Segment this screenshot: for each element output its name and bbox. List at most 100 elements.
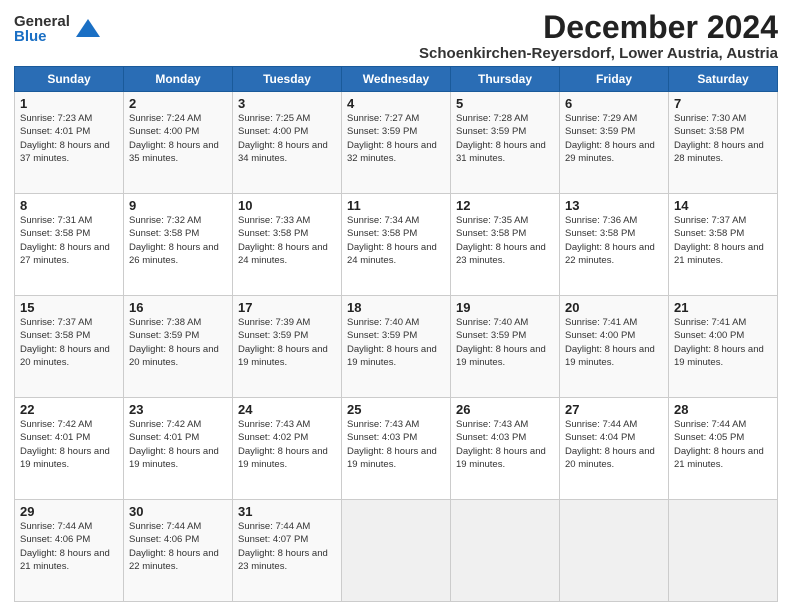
day-info: Sunrise: 7:44 AM Sunset: 4:06 PM Dayligh…	[20, 520, 118, 573]
table-row: 24 Sunrise: 7:43 AM Sunset: 4:02 PM Dayl…	[233, 398, 342, 500]
day-info: Sunrise: 7:33 AM Sunset: 3:58 PM Dayligh…	[238, 214, 336, 267]
day-info: Sunrise: 7:25 AM Sunset: 4:00 PM Dayligh…	[238, 112, 336, 165]
table-row: 15 Sunrise: 7:37 AM Sunset: 3:58 PM Dayl…	[15, 296, 124, 398]
day-info: Sunrise: 7:44 AM Sunset: 4:06 PM Dayligh…	[129, 520, 227, 573]
logo-icon	[74, 15, 102, 43]
col-tuesday: Tuesday	[233, 67, 342, 92]
table-row: 3 Sunrise: 7:25 AM Sunset: 4:00 PM Dayli…	[233, 92, 342, 194]
day-info: Sunrise: 7:38 AM Sunset: 3:59 PM Dayligh…	[129, 316, 227, 369]
table-row	[560, 500, 669, 602]
location-title: Schoenkirchen-Reyersdorf, Lower Austria,…	[419, 45, 778, 62]
day-info: Sunrise: 7:37 AM Sunset: 3:58 PM Dayligh…	[20, 316, 118, 369]
day-info: Sunrise: 7:42 AM Sunset: 4:01 PM Dayligh…	[129, 418, 227, 471]
calendar-week-row: 15 Sunrise: 7:37 AM Sunset: 3:58 PM Dayl…	[15, 296, 778, 398]
day-number: 15	[20, 300, 118, 315]
table-row: 27 Sunrise: 7:44 AM Sunset: 4:04 PM Dayl…	[560, 398, 669, 500]
calendar-week-row: 1 Sunrise: 7:23 AM Sunset: 4:01 PM Dayli…	[15, 92, 778, 194]
day-number: 22	[20, 402, 118, 417]
day-number: 1	[20, 96, 118, 111]
day-number: 21	[674, 300, 772, 315]
table-row: 19 Sunrise: 7:40 AM Sunset: 3:59 PM Dayl…	[451, 296, 560, 398]
day-info: Sunrise: 7:42 AM Sunset: 4:01 PM Dayligh…	[20, 418, 118, 471]
day-number: 19	[456, 300, 554, 315]
logo-text: General Blue	[14, 14, 70, 44]
day-number: 2	[129, 96, 227, 111]
table-row: 18 Sunrise: 7:40 AM Sunset: 3:59 PM Dayl…	[342, 296, 451, 398]
day-info: Sunrise: 7:31 AM Sunset: 3:58 PM Dayligh…	[20, 214, 118, 267]
table-row: 23 Sunrise: 7:42 AM Sunset: 4:01 PM Dayl…	[124, 398, 233, 500]
title-block: December 2024 Schoenkirchen-Reyersdorf, …	[419, 10, 778, 62]
table-row: 21 Sunrise: 7:41 AM Sunset: 4:00 PM Dayl…	[669, 296, 778, 398]
day-info: Sunrise: 7:40 AM Sunset: 3:59 PM Dayligh…	[456, 316, 554, 369]
day-info: Sunrise: 7:43 AM Sunset: 4:03 PM Dayligh…	[347, 418, 445, 471]
col-wednesday: Wednesday	[342, 67, 451, 92]
table-row: 8 Sunrise: 7:31 AM Sunset: 3:58 PM Dayli…	[15, 194, 124, 296]
table-row: 29 Sunrise: 7:44 AM Sunset: 4:06 PM Dayl…	[15, 500, 124, 602]
day-info: Sunrise: 7:37 AM Sunset: 3:58 PM Dayligh…	[674, 214, 772, 267]
logo-blue: Blue	[14, 29, 70, 44]
table-row: 26 Sunrise: 7:43 AM Sunset: 4:03 PM Dayl…	[451, 398, 560, 500]
day-number: 25	[347, 402, 445, 417]
day-info: Sunrise: 7:29 AM Sunset: 3:59 PM Dayligh…	[565, 112, 663, 165]
col-monday: Monday	[124, 67, 233, 92]
day-number: 8	[20, 198, 118, 213]
day-info: Sunrise: 7:44 AM Sunset: 4:05 PM Dayligh…	[674, 418, 772, 471]
table-row: 6 Sunrise: 7:29 AM Sunset: 3:59 PM Dayli…	[560, 92, 669, 194]
table-row: 7 Sunrise: 7:30 AM Sunset: 3:58 PM Dayli…	[669, 92, 778, 194]
day-info: Sunrise: 7:32 AM Sunset: 3:58 PM Dayligh…	[129, 214, 227, 267]
calendar-table: Sunday Monday Tuesday Wednesday Thursday…	[14, 66, 778, 602]
day-number: 23	[129, 402, 227, 417]
col-saturday: Saturday	[669, 67, 778, 92]
logo: General Blue	[14, 14, 102, 44]
day-number: 30	[129, 504, 227, 519]
table-row: 9 Sunrise: 7:32 AM Sunset: 3:58 PM Dayli…	[124, 194, 233, 296]
header: General Blue December 2024 Schoenkirchen…	[14, 10, 778, 62]
table-row: 22 Sunrise: 7:42 AM Sunset: 4:01 PM Dayl…	[15, 398, 124, 500]
table-row: 25 Sunrise: 7:43 AM Sunset: 4:03 PM Dayl…	[342, 398, 451, 500]
day-number: 7	[674, 96, 772, 111]
table-row: 5 Sunrise: 7:28 AM Sunset: 3:59 PM Dayli…	[451, 92, 560, 194]
table-row: 10 Sunrise: 7:33 AM Sunset: 3:58 PM Dayl…	[233, 194, 342, 296]
day-info: Sunrise: 7:44 AM Sunset: 4:07 PM Dayligh…	[238, 520, 336, 573]
col-friday: Friday	[560, 67, 669, 92]
day-info: Sunrise: 7:23 AM Sunset: 4:01 PM Dayligh…	[20, 112, 118, 165]
day-number: 14	[674, 198, 772, 213]
table-row: 31 Sunrise: 7:44 AM Sunset: 4:07 PM Dayl…	[233, 500, 342, 602]
day-number: 10	[238, 198, 336, 213]
day-info: Sunrise: 7:43 AM Sunset: 4:02 PM Dayligh…	[238, 418, 336, 471]
calendar-week-row: 8 Sunrise: 7:31 AM Sunset: 3:58 PM Dayli…	[15, 194, 778, 296]
month-title: December 2024	[419, 10, 778, 45]
table-row: 12 Sunrise: 7:35 AM Sunset: 3:58 PM Dayl…	[451, 194, 560, 296]
day-number: 28	[674, 402, 772, 417]
day-number: 29	[20, 504, 118, 519]
day-info: Sunrise: 7:41 AM Sunset: 4:00 PM Dayligh…	[674, 316, 772, 369]
day-info: Sunrise: 7:40 AM Sunset: 3:59 PM Dayligh…	[347, 316, 445, 369]
day-number: 4	[347, 96, 445, 111]
day-number: 27	[565, 402, 663, 417]
calendar-week-row: 22 Sunrise: 7:42 AM Sunset: 4:01 PM Dayl…	[15, 398, 778, 500]
page: General Blue December 2024 Schoenkirchen…	[0, 0, 792, 612]
table-row: 20 Sunrise: 7:41 AM Sunset: 4:00 PM Dayl…	[560, 296, 669, 398]
table-row: 16 Sunrise: 7:38 AM Sunset: 3:59 PM Dayl…	[124, 296, 233, 398]
day-number: 3	[238, 96, 336, 111]
day-info: Sunrise: 7:34 AM Sunset: 3:58 PM Dayligh…	[347, 214, 445, 267]
day-number: 11	[347, 198, 445, 213]
col-sunday: Sunday	[15, 67, 124, 92]
table-row: 30 Sunrise: 7:44 AM Sunset: 4:06 PM Dayl…	[124, 500, 233, 602]
day-number: 18	[347, 300, 445, 315]
table-row: 17 Sunrise: 7:39 AM Sunset: 3:59 PM Dayl…	[233, 296, 342, 398]
table-row	[669, 500, 778, 602]
day-number: 5	[456, 96, 554, 111]
day-number: 13	[565, 198, 663, 213]
day-number: 9	[129, 198, 227, 213]
logo-general: General	[14, 14, 70, 29]
table-row: 14 Sunrise: 7:37 AM Sunset: 3:58 PM Dayl…	[669, 194, 778, 296]
table-row: 28 Sunrise: 7:44 AM Sunset: 4:05 PM Dayl…	[669, 398, 778, 500]
day-info: Sunrise: 7:44 AM Sunset: 4:04 PM Dayligh…	[565, 418, 663, 471]
table-row: 13 Sunrise: 7:36 AM Sunset: 3:58 PM Dayl…	[560, 194, 669, 296]
table-row: 2 Sunrise: 7:24 AM Sunset: 4:00 PM Dayli…	[124, 92, 233, 194]
day-info: Sunrise: 7:30 AM Sunset: 3:58 PM Dayligh…	[674, 112, 772, 165]
day-number: 20	[565, 300, 663, 315]
day-info: Sunrise: 7:43 AM Sunset: 4:03 PM Dayligh…	[456, 418, 554, 471]
day-info: Sunrise: 7:41 AM Sunset: 4:00 PM Dayligh…	[565, 316, 663, 369]
